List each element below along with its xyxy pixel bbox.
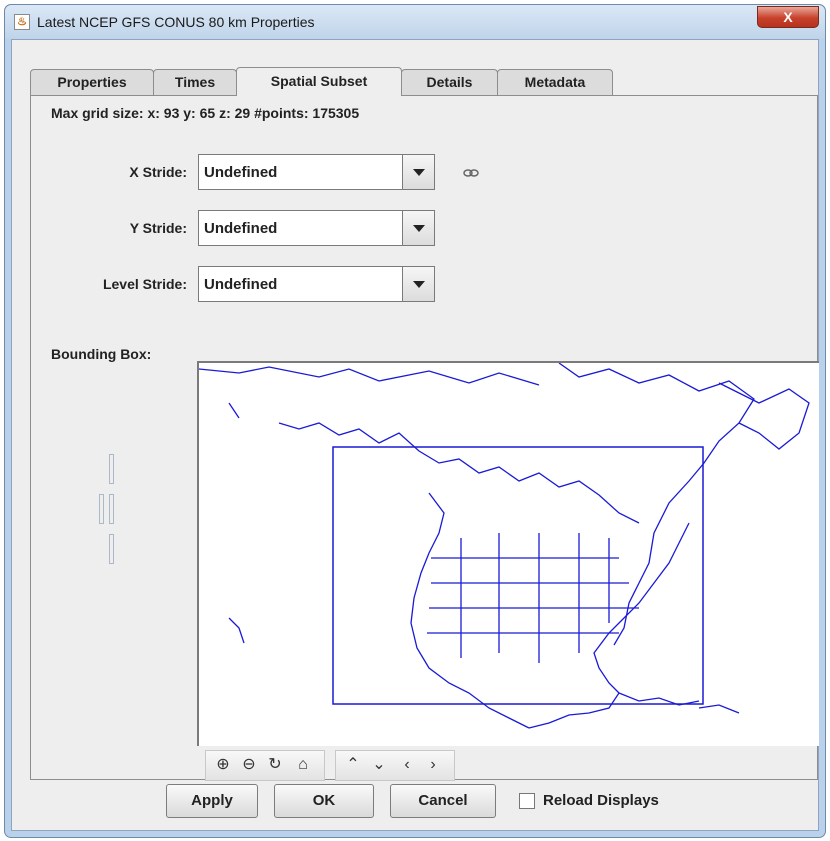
chevron-up-icon[interactable]: ⌃ [342,754,364,776]
chevron-down-icon[interactable]: ⌄ [368,754,390,776]
rotate-reset-icon[interactable]: ↻ [264,754,286,776]
y-stride-dropdown-button[interactable] [402,211,434,245]
spatial-subset-panel: Max grid size: x: 93 y: 65 z: 29 #points… [30,95,819,781]
tab-spatial-subset[interactable]: Spatial Subset [236,67,402,96]
arctic-coastline [199,366,540,386]
state-borders [427,533,639,663]
title-bar[interactable]: ♨ Latest NCEP GFS CONUS 80 km Properties… [5,5,825,39]
cancel-button[interactable]: Cancel [390,784,496,818]
pacific-island [228,617,245,644]
tab-times[interactable]: Times [153,69,237,95]
level-stride-label: Level Stride: [102,276,187,292]
splitter-handle-right[interactable] [109,494,114,524]
splitter-handle-left[interactable] [99,494,104,524]
tab-metadata[interactable]: Metadata [497,69,613,95]
apply-button[interactable]: Apply [166,784,258,818]
link-icon[interactable] [463,168,479,178]
y-stride-label: Y Stride: [129,220,187,236]
west-coast [410,492,530,729]
home-icon[interactable]: ⌂ [292,754,314,776]
bounding-box-map[interactable] [197,361,819,746]
bounding-box-label: Bounding Box: [51,346,152,362]
java-app-icon: ♨ [14,14,30,30]
level-stride-dropdown-button[interactable] [402,267,434,301]
splitter-handle-bottom[interactable] [109,534,114,564]
x-stride-dropdown-button[interactable] [402,155,434,189]
window-title: Latest NCEP GFS CONUS 80 km Properties [37,14,315,30]
map-canvas[interactable] [199,363,819,746]
reload-displays-checkbox[interactable] [519,793,535,809]
zoom-in-icon[interactable]: ⊕ [212,754,234,776]
chevron-right-icon[interactable]: › [422,754,444,776]
level-stride-value: Undefined [204,276,278,293]
bounding-box-rectangle [332,446,704,705]
tab-properties[interactable]: Properties [30,69,154,95]
zoom-toolbar: ⊕ ⊖ ↻ ⌂ [205,750,325,781]
x-stride-combo[interactable]: Undefined [198,154,435,190]
reload-displays-label: Reload Displays [543,792,659,809]
ok-button[interactable]: OK [274,784,374,818]
greenland-outline [718,382,810,450]
x-stride-label: X Stride: [129,164,187,180]
x-stride-value: Undefined [204,164,278,181]
close-button[interactable]: X [757,6,819,28]
alaska-fragment [228,402,240,419]
pan-toolbar: ⌃ ⌄ ‹ › [335,750,455,781]
dialog-window: ♨ Latest NCEP GFS CONUS 80 km Properties… [4,4,826,838]
caribbean-islands [618,692,700,706]
caribbean-islands-2 [698,704,740,714]
tab-details[interactable]: Details [401,69,498,95]
y-stride-combo[interactable]: Undefined [198,210,435,246]
splitter-handle-top[interactable] [109,454,114,484]
zoom-out-icon[interactable]: ⊖ [238,754,260,776]
y-stride-value: Undefined [204,220,278,237]
level-stride-combo[interactable]: Undefined [198,266,435,302]
dialog-content: Properties Times Spatial Subset Details … [11,39,819,831]
chevron-left-icon[interactable]: ‹ [396,754,418,776]
greenland-east-coast [558,363,755,646]
grid-size-info: Max grid size: x: 93 y: 65 z: 29 #points… [51,105,360,121]
